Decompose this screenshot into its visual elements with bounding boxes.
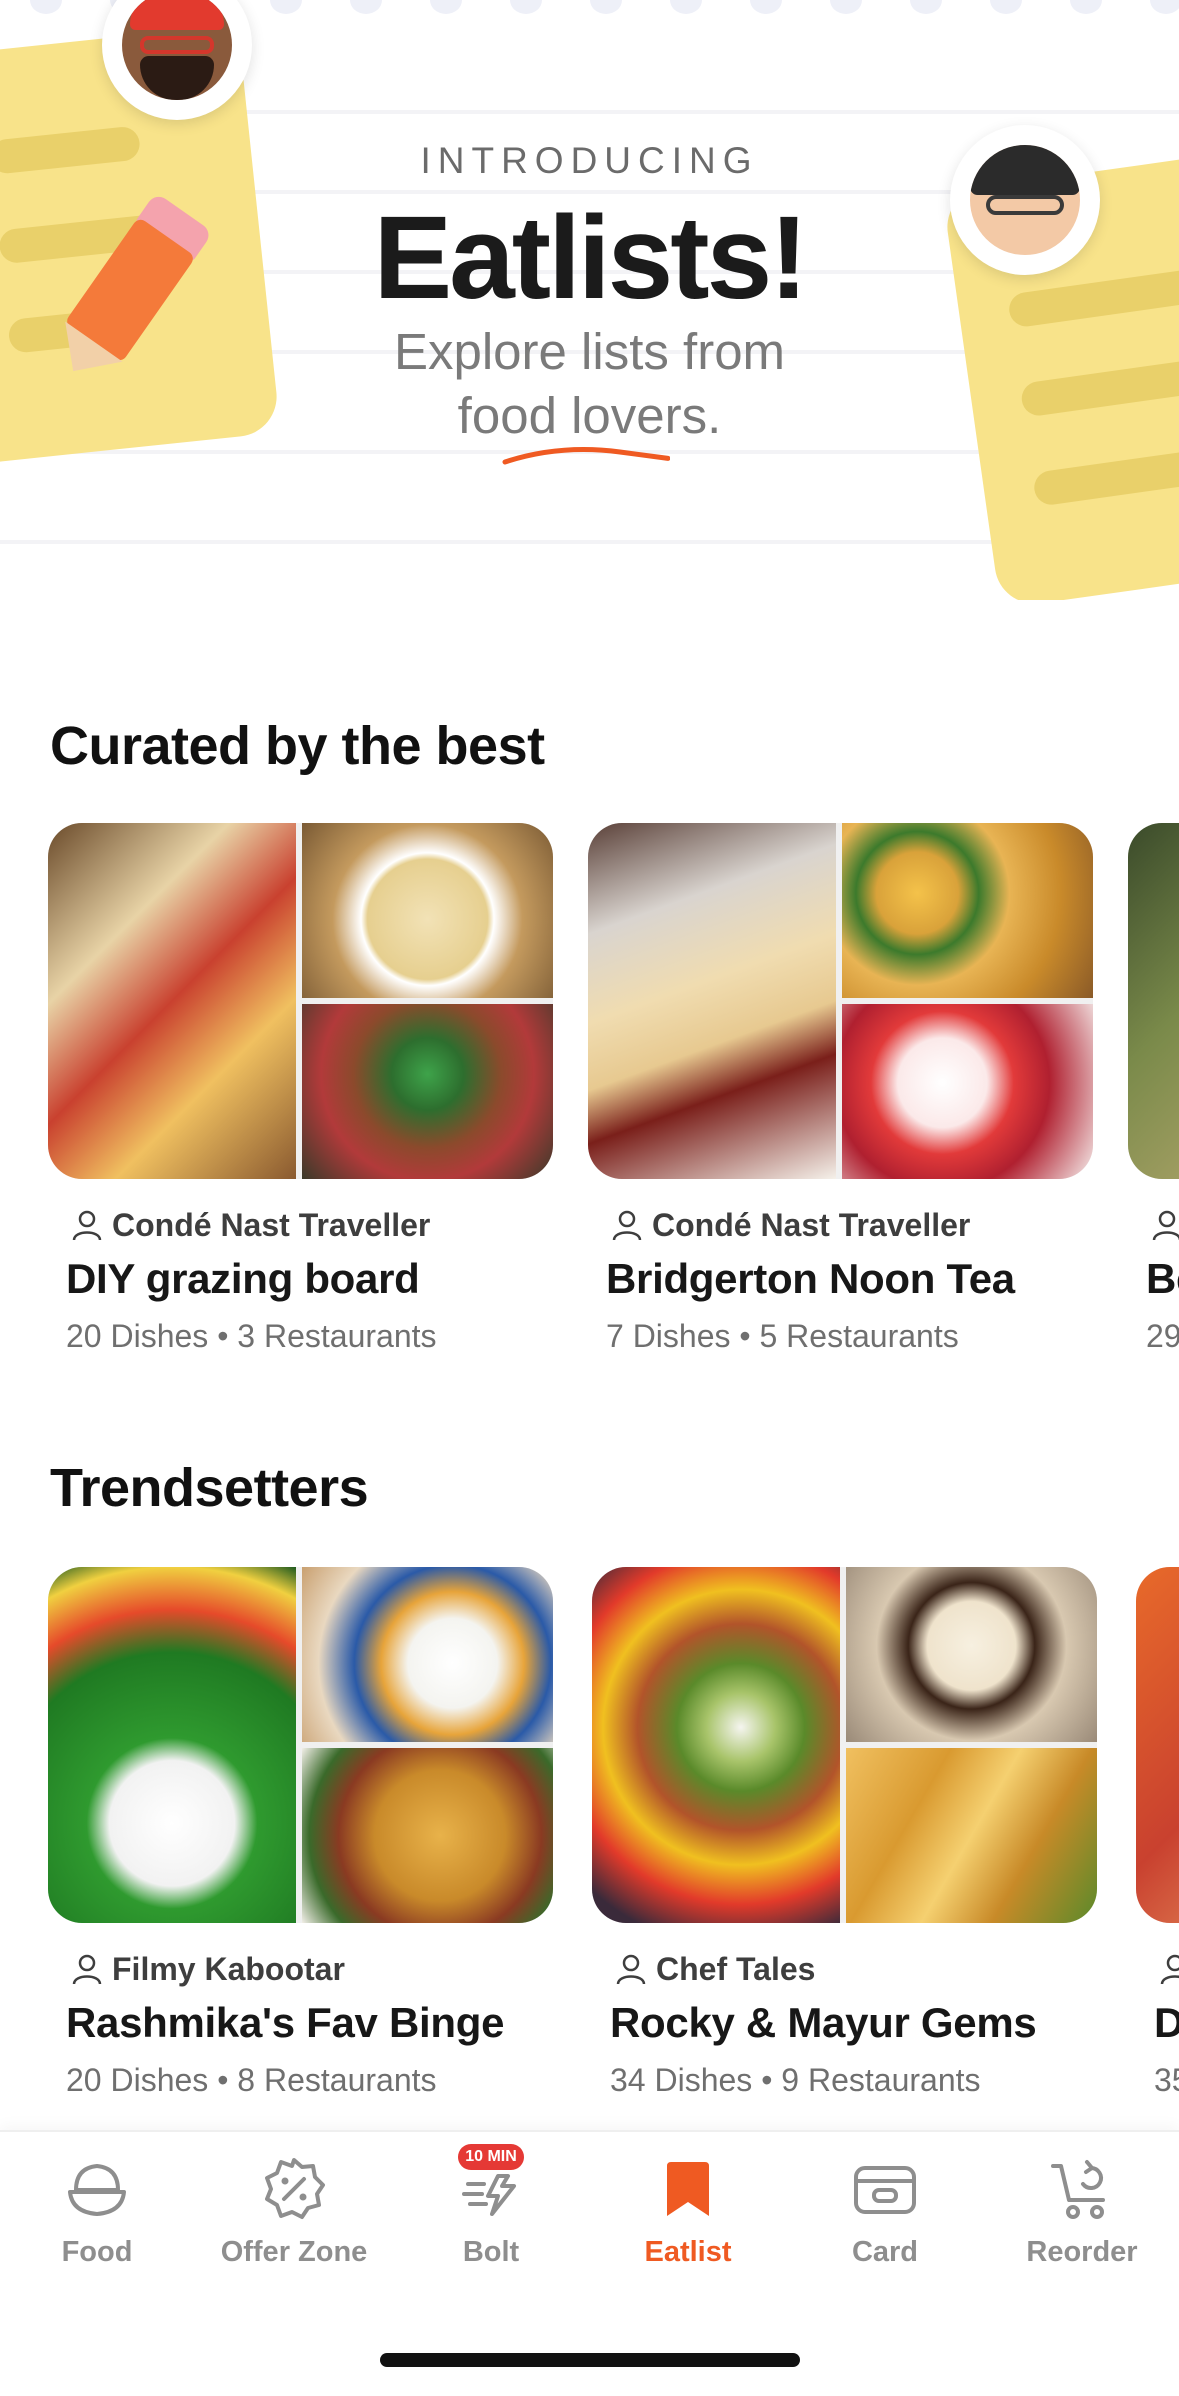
bolt-time-badge: 10 MIN: [458, 2144, 524, 2170]
food-image: [592, 1567, 840, 1923]
person-icon: [616, 1954, 646, 1985]
section-title-curated: Curated by the best: [50, 716, 545, 776]
nav-item-food[interactable]: Food: [12, 2154, 182, 2274]
eatlists-hero-banner: INTRODUCING Eatlists! Explore lists from…: [0, 0, 1179, 600]
card-dish-count: 34 Dishes: [610, 2062, 753, 2098]
hero-eyebrow: INTRODUCING: [420, 140, 759, 181]
person-icon: [612, 1210, 642, 1241]
food-image: [48, 823, 296, 1179]
card-image-collage: [1136, 1567, 1179, 1923]
home-indicator[interactable]: [380, 2353, 800, 2367]
meta-separator: •: [217, 1318, 229, 1354]
food-image: [1128, 823, 1179, 1179]
card-meta: 7 Dishes • 5 Restaurants: [606, 1318, 959, 1355]
card-author: [1150, 1205, 1179, 1245]
person-icon: [1160, 1954, 1179, 1985]
person-icon: [1152, 1210, 1179, 1241]
card-image-collage: [588, 823, 1093, 1179]
nav-label: Bolt: [462, 2236, 520, 2268]
trendsetters-carousel[interactable]: Filmy Kabootar Rashmika's Fav Binge 20 D…: [0, 1567, 1179, 2127]
card-title: Bridgerton Noon Tea: [606, 1255, 1015, 1302]
card-dish-count: 20 Dishes: [66, 2062, 209, 2098]
card-restaurant-count: 5 Restaurants: [759, 1318, 959, 1354]
card-title: Be: [1146, 1255, 1179, 1302]
hero-title: Eatlists!: [373, 192, 808, 324]
curated-carousel[interactable]: Condé Nast Traveller DIY grazing board 2…: [0, 823, 1179, 1383]
food-bowl-icon: [68, 2164, 126, 2216]
card-restaurant-count: 3 Restaurants: [237, 1318, 437, 1354]
card-image-collage: [592, 1567, 1097, 1923]
card-meta: 29: [1146, 1318, 1179, 1355]
nav-item-bolt[interactable]: 10 MIN Bolt: [406, 2144, 576, 2274]
food-image: [48, 1567, 296, 1923]
nav-label: Eatlist: [644, 2236, 732, 2268]
squiggle-underline: [502, 447, 670, 465]
food-image: [302, 1748, 553, 1923]
card-meta: 34 Dishes • 9 Restaurants: [610, 2062, 981, 2099]
nav-item-card[interactable]: Card: [800, 2154, 970, 2274]
card-dish-count: 29: [1146, 1318, 1179, 1354]
meta-separator: •: [217, 2062, 229, 2098]
food-image: [302, 1567, 553, 1742]
card-dish-count: 7 Dishes: [606, 1318, 731, 1354]
food-image: [1136, 1567, 1179, 1923]
food-image: [846, 1567, 1097, 1742]
food-image: [302, 1004, 553, 1179]
nav-label: Offer Zone: [220, 2236, 368, 2268]
offer-badge-icon: [265, 2158, 325, 2219]
nav-item-reorder[interactable]: Reorder: [997, 2154, 1167, 2274]
food-image: [842, 1004, 1093, 1179]
card-author-name: Chef Tales: [656, 1950, 816, 1987]
card-title: Rashmika's Fav Binge: [66, 1999, 505, 2046]
card-author: Filmy Kabootar: [70, 1949, 345, 1989]
card-image-collage: [48, 1567, 553, 1923]
card-author: [1158, 1949, 1179, 1989]
nav-label: Reorder: [1026, 2236, 1138, 2268]
card-restaurant-count: 9 Restaurants: [781, 2062, 981, 2098]
card-meta: 20 Dishes • 3 Restaurants: [66, 1318, 437, 1355]
card-title: Rocky & Mayur Gems: [610, 1999, 1037, 2046]
person-icon: [72, 1210, 102, 1241]
card-icon: [854, 2166, 916, 2214]
card-meta: 20 Dishes • 8 Restaurants: [66, 2062, 437, 2099]
card-dish-count: 20 Dishes: [66, 1318, 209, 1354]
section-title-trendsetters: Trendsetters: [50, 1458, 369, 1518]
person-icon: [72, 1954, 102, 1985]
hero-subtitle-line1: Explore lists from: [393, 323, 786, 380]
card-author-name: Filmy Kabootar: [112, 1950, 345, 1987]
card-restaurant-count: 8 Restaurants: [237, 2062, 437, 2098]
card-title: DIY grazing board: [66, 1255, 420, 1302]
food-image: [588, 823, 836, 1179]
hero-subtitle: Explore lists from food lovers.: [0, 320, 1179, 448]
reorder-icon: [1051, 2160, 1105, 2219]
food-image: [842, 823, 1093, 998]
nav-label: Food: [61, 2236, 133, 2268]
bolt-delivery-icon: 10 MIN: [456, 2144, 526, 2224]
card-author-name: Condé Nast Traveller: [112, 1206, 431, 1243]
meta-separator: •: [761, 2062, 773, 2098]
card-dish-count: 35: [1154, 2062, 1179, 2098]
food-image: [846, 1748, 1097, 1923]
nav-item-eatlist[interactable]: Eatlist: [603, 2154, 773, 2274]
card-author: Condé Nast Traveller: [610, 1205, 970, 1245]
card-meta: 35: [1154, 2062, 1179, 2099]
card-image-collage: [1128, 823, 1179, 1179]
card-author: Chef Tales: [614, 1949, 815, 1989]
meta-separator: •: [739, 1318, 751, 1354]
nav-item-offer-zone[interactable]: Offer Zone: [209, 2154, 379, 2274]
hero-subtitle-line2: food lovers.: [457, 387, 722, 444]
card-author-name: Condé Nast Traveller: [652, 1206, 971, 1243]
bookmark-icon: [667, 2162, 709, 2216]
card-image-collage: [48, 823, 553, 1179]
card-author: Condé Nast Traveller: [70, 1205, 430, 1245]
card-title: D: [1154, 1999, 1179, 2046]
nav-label: Card: [851, 2236, 919, 2268]
food-image: [302, 823, 553, 998]
